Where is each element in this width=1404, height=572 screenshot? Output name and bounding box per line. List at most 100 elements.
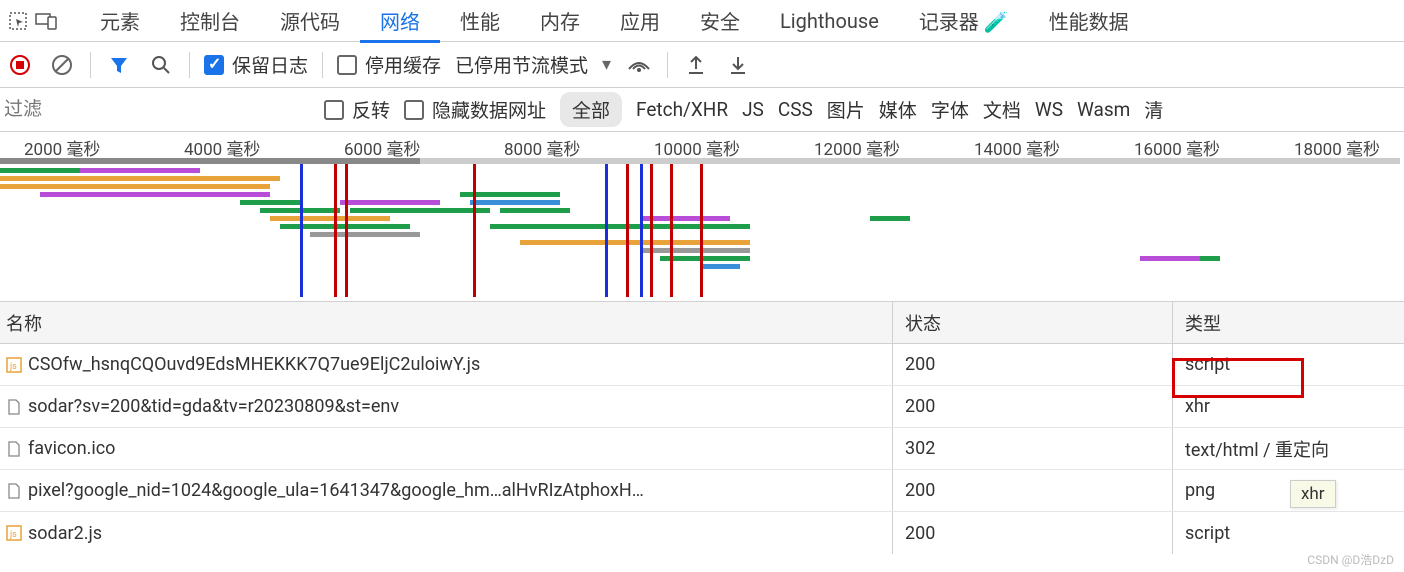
marker-domcontentloaded bbox=[640, 164, 643, 297]
chevron-down-icon[interactable]: ▾ bbox=[602, 54, 611, 75]
request-name: CSOfw_hsnqCQOuvd9EdsMHEKKK7Q7ue9EljC2ulo… bbox=[28, 354, 480, 375]
tick: 8000 毫秒 bbox=[504, 135, 580, 160]
hide-data-urls-checkbox[interactable]: 隐藏数据网址 bbox=[404, 96, 546, 123]
marker-load bbox=[650, 164, 653, 297]
doc-file-icon bbox=[6, 483, 22, 499]
doc-file-icon bbox=[6, 441, 22, 457]
checkbox-icon bbox=[204, 55, 224, 75]
tick: 4000 毫秒 bbox=[184, 135, 260, 160]
marker-load bbox=[345, 164, 348, 297]
divider bbox=[322, 52, 323, 78]
marker-load bbox=[700, 164, 703, 297]
checkbox-icon bbox=[337, 55, 357, 75]
divider bbox=[90, 52, 91, 78]
tooltip: xhr bbox=[1290, 480, 1336, 508]
column-status[interactable]: 状态 bbox=[892, 302, 1172, 343]
tab-memory[interactable]: 内存 bbox=[520, 0, 600, 43]
checkbox-icon bbox=[324, 100, 344, 120]
column-name[interactable]: 名称 bbox=[0, 310, 892, 336]
filter-type-doc[interactable]: 文档 bbox=[983, 96, 1021, 123]
watermark: CSDN @D浩DzD bbox=[1307, 551, 1394, 568]
tab-network[interactable]: 网络 bbox=[360, 0, 440, 43]
request-type: script bbox=[1172, 512, 1404, 554]
table-row[interactable]: sodar?sv=200&tid=gda&tv=r20230809&st=env… bbox=[0, 386, 1404, 428]
filter-type-wasm[interactable]: Wasm bbox=[1077, 98, 1130, 121]
column-type[interactable]: 类型 bbox=[1172, 302, 1404, 343]
network-conditions-icon[interactable] bbox=[625, 51, 653, 79]
request-status: 200 bbox=[892, 344, 1172, 385]
network-toolbar: 保留日志 停用缓存 已停用节流模式 ▾ bbox=[0, 42, 1404, 88]
devtools-tabs: 元素 控制台 源代码 网络 性能 内存 应用 安全 Lighthouse 记录器… bbox=[0, 0, 1404, 42]
filter-type-img[interactable]: 图片 bbox=[827, 96, 865, 123]
request-name: sodar2.js bbox=[28, 523, 102, 544]
svg-text:js: js bbox=[9, 530, 17, 540]
request-name: favicon.ico bbox=[28, 438, 115, 459]
disable-cache-checkbox[interactable]: 停用缓存 bbox=[337, 51, 441, 78]
filter-type-font[interactable]: 字体 bbox=[931, 96, 969, 123]
js-file-icon: js bbox=[6, 357, 22, 373]
table-row[interactable]: pixel?google_nid=1024&google_ula=1641347… bbox=[0, 470, 1404, 512]
table-row[interactable]: js sodar2.js 200 script bbox=[0, 512, 1404, 554]
device-icon[interactable] bbox=[32, 12, 60, 30]
filter-type-manifest[interactable]: 清 bbox=[1144, 96, 1163, 123]
table-row[interactable]: js CSOfw_hsnqCQOuvd9EdsMHEKKK7Q7ue9EljC2… bbox=[0, 344, 1404, 386]
hide-data-urls-label: 隐藏数据网址 bbox=[432, 96, 546, 123]
filter-type-js[interactable]: JS bbox=[742, 98, 764, 121]
request-status: 200 bbox=[892, 386, 1172, 427]
inspect-icon[interactable] bbox=[4, 11, 32, 31]
filter-type-css[interactable]: CSS bbox=[778, 98, 813, 121]
disable-cache-label: 停用缓存 bbox=[365, 51, 441, 78]
doc-file-icon bbox=[6, 399, 22, 415]
marker-load bbox=[473, 164, 476, 297]
tick: 6000 毫秒 bbox=[344, 135, 420, 160]
filter-input[interactable] bbox=[0, 90, 310, 130]
tick: 18000 毫秒 bbox=[1294, 135, 1380, 160]
tab-console[interactable]: 控制台 bbox=[160, 0, 260, 43]
preserve-log-label: 保留日志 bbox=[232, 51, 308, 78]
filter-type-fetch[interactable]: Fetch/XHR bbox=[636, 98, 728, 121]
tick: 2000 毫秒 bbox=[24, 135, 100, 160]
filter-icon[interactable] bbox=[105, 51, 133, 79]
tick: 14000 毫秒 bbox=[974, 135, 1060, 160]
marker-domcontentloaded bbox=[300, 164, 303, 297]
clear-button[interactable] bbox=[48, 51, 76, 79]
tick: 10000 毫秒 bbox=[654, 135, 740, 160]
filter-type-media[interactable]: 媒体 bbox=[879, 96, 917, 123]
checkbox-icon bbox=[404, 100, 424, 120]
tab-recorder[interactable]: 记录器 🧪 bbox=[899, 0, 1029, 43]
filter-type-all[interactable]: 全部 bbox=[560, 92, 622, 127]
record-button[interactable] bbox=[6, 51, 34, 79]
request-type: text/html / 重定向 bbox=[1172, 428, 1404, 469]
download-icon[interactable] bbox=[724, 51, 752, 79]
tick: 12000 毫秒 bbox=[814, 135, 900, 160]
tab-performance[interactable]: 性能 bbox=[440, 0, 520, 43]
tab-sources[interactable]: 源代码 bbox=[260, 0, 360, 43]
request-status: 200 bbox=[892, 512, 1172, 554]
filter-type-ws[interactable]: WS bbox=[1035, 98, 1063, 121]
filter-row: 反转 隐藏数据网址 全部 Fetch/XHR JS CSS 图片 媒体 字体 文… bbox=[0, 88, 1404, 132]
preserve-log-checkbox[interactable]: 保留日志 bbox=[204, 51, 308, 78]
search-icon[interactable] bbox=[147, 51, 175, 79]
network-table-header: 名称 状态 类型 bbox=[0, 302, 1404, 344]
tab-application[interactable]: 应用 bbox=[600, 0, 680, 43]
request-type: xhr bbox=[1172, 386, 1404, 427]
request-status: 200 bbox=[892, 470, 1172, 511]
table-row[interactable]: favicon.ico 302 text/html / 重定向 bbox=[0, 428, 1404, 470]
request-name: sodar?sv=200&tid=gda&tv=r20230809&st=env bbox=[28, 396, 399, 417]
request-type: script bbox=[1172, 344, 1404, 385]
tab-elements[interactable]: 元素 bbox=[80, 0, 160, 43]
request-name: pixel?google_nid=1024&google_ula=1641347… bbox=[28, 480, 644, 501]
tab-lighthouse[interactable]: Lighthouse bbox=[760, 1, 899, 41]
throttling-dropdown[interactable]: 已停用节流模式 bbox=[455, 51, 588, 78]
invert-checkbox[interactable]: 反转 bbox=[324, 96, 390, 123]
marker-load bbox=[334, 164, 337, 297]
upload-icon[interactable] bbox=[682, 51, 710, 79]
request-type: png bbox=[1172, 470, 1404, 511]
marker-load bbox=[670, 164, 673, 297]
marker-domcontentloaded bbox=[605, 164, 608, 297]
svg-text:js: js bbox=[9, 362, 17, 372]
divider bbox=[667, 52, 668, 78]
tab-perf-insights[interactable]: 性能数据 bbox=[1029, 0, 1149, 43]
network-timeline[interactable]: 2000 毫秒 4000 毫秒 6000 毫秒 8000 毫秒 10000 毫秒… bbox=[0, 132, 1404, 302]
tab-security[interactable]: 安全 bbox=[680, 0, 760, 43]
